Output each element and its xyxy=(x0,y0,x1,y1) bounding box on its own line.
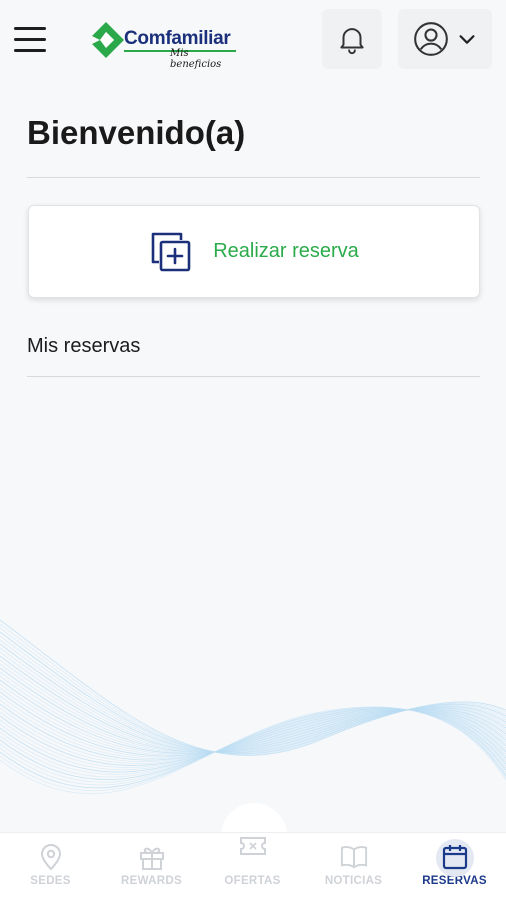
make-reservation-button[interactable]: Realizar reserva xyxy=(28,205,480,298)
app-screen: Comfamiliar Mis beneficios Bienvenido(a) xyxy=(0,0,506,900)
logo-tagline: Mis beneficios xyxy=(170,48,222,70)
hamburger-menu-icon[interactable] xyxy=(10,20,50,58)
add-copy-icon xyxy=(151,232,191,271)
nav-label-rewards: REWARDS xyxy=(121,875,182,887)
nav-item-reservas[interactable]: RESERVAS xyxy=(404,833,505,900)
book-icon xyxy=(340,843,368,871)
notifications-button[interactable] xyxy=(322,9,382,69)
nav-item-noticias[interactable]: NOTICIAS xyxy=(303,833,404,900)
ticket-icon xyxy=(239,833,267,859)
nav-label-sedes: SEDES xyxy=(30,875,71,887)
nav-item-sedes[interactable]: SEDES xyxy=(0,833,101,900)
bottom-navigation: SEDES REWARDS OFERTAS NOTICIAS RESERVAS xyxy=(0,832,506,900)
nav-item-rewards[interactable]: REWARDS xyxy=(101,833,202,900)
nav-label-ofertas: OFERTAS xyxy=(224,875,281,887)
nav-label-noticias: NOTICIAS xyxy=(324,875,383,887)
chevron-down-icon xyxy=(459,35,475,44)
nav-item-ofertas[interactable]: OFERTAS xyxy=(202,833,303,900)
user-circle-icon xyxy=(414,22,448,56)
comfamiliar-logo[interactable]: Comfamiliar Mis beneficios xyxy=(92,16,242,70)
logo-wordmark: Comfamiliar xyxy=(124,28,231,49)
my-reservations-link[interactable]: Mis reservas xyxy=(27,335,140,358)
app-header: Comfamiliar Mis beneficios xyxy=(0,0,506,80)
page-title: Bienvenido(a) xyxy=(27,114,246,151)
make-reservation-label: Realizar reserva xyxy=(213,240,359,262)
title-divider xyxy=(27,177,480,178)
user-menu-button[interactable] xyxy=(398,9,492,69)
logo-mark-icon xyxy=(92,22,124,58)
bell-icon xyxy=(340,28,364,55)
gift-icon xyxy=(138,843,166,871)
calendar-icon xyxy=(441,843,469,871)
map-pin-icon xyxy=(37,843,65,871)
reservations-divider xyxy=(27,376,480,377)
